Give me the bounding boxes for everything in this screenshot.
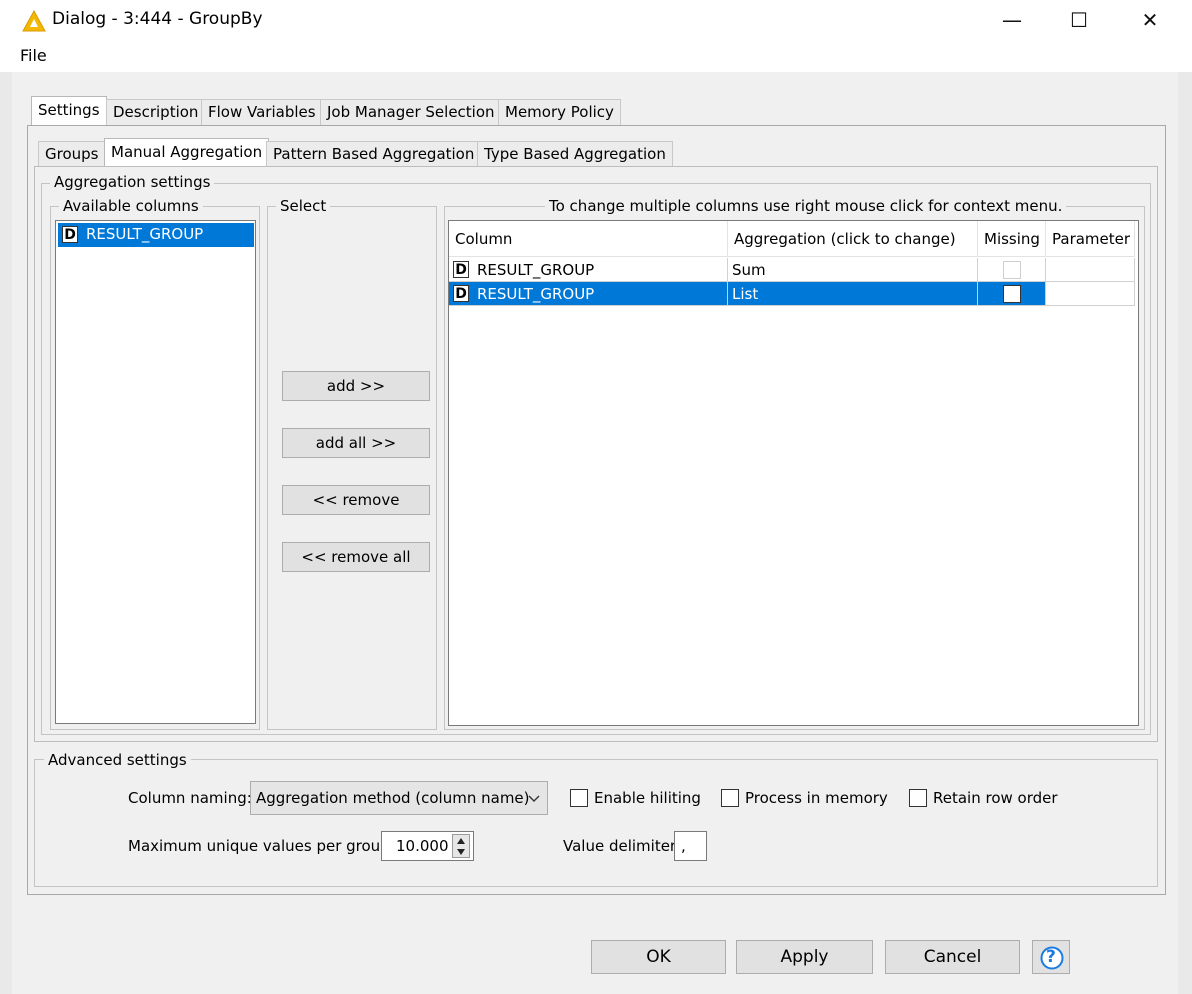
- select-title: Select: [276, 197, 331, 215]
- menu-file[interactable]: File: [20, 46, 47, 65]
- cell-aggregation[interactable]: List: [728, 282, 978, 306]
- spinner-up-icon[interactable]: [456, 837, 466, 845]
- available-columns-title: Available columns: [59, 197, 203, 215]
- spinner-down-icon[interactable]: [456, 848, 466, 856]
- cell-parameter[interactable]: [1046, 282, 1135, 306]
- list-item[interactable]: D RESULT_GROUP: [58, 223, 254, 247]
- tab-groups[interactable]: Groups: [38, 141, 106, 167]
- help-button[interactable]: ?: [1032, 940, 1070, 974]
- table-row[interactable]: D RESULT_GROUP List: [449, 282, 1135, 306]
- title-bar: Dialog - 3:444 - GroupBy — ☐ ✕: [0, 0, 1192, 42]
- double-type-icon: D: [62, 226, 78, 243]
- close-button[interactable]: ✕: [1128, 6, 1172, 34]
- tab-pattern-based-aggregation[interactable]: Pattern Based Aggregation: [266, 141, 482, 167]
- menu-bar: File: [0, 42, 1192, 72]
- column-name: RESULT_GROUP: [86, 225, 204, 243]
- ok-button[interactable]: OK: [591, 940, 726, 974]
- column-naming-label: Column naming:: [128, 789, 252, 807]
- help-glyph: ?: [1046, 947, 1056, 967]
- minimize-button[interactable]: —: [990, 6, 1034, 34]
- enable-hiliting-checkbox[interactable]: [570, 789, 588, 807]
- remove-all-button[interactable]: << remove all: [282, 542, 430, 572]
- cell-parameter[interactable]: [1046, 258, 1135, 282]
- double-type-icon: D: [453, 285, 469, 302]
- tab-flow-variables[interactable]: Flow Variables: [201, 99, 323, 125]
- column-naming-select[interactable]: Aggregation method (column name): [250, 781, 548, 815]
- max-unique-values-value: 10.000: [396, 837, 449, 855]
- value-delimiter-label: Value delimiter: [563, 837, 677, 855]
- process-in-memory-checkbox[interactable]: [721, 789, 739, 807]
- value-delimiter-input[interactable]: ,: [674, 831, 707, 861]
- max-unique-values-label: Maximum unique values per group: [128, 837, 390, 855]
- retain-row-order-checkbox[interactable]: [909, 789, 927, 807]
- tab-description[interactable]: Description: [106, 99, 206, 125]
- chevron-down-icon: [528, 795, 540, 802]
- column-name: RESULT_GROUP: [477, 261, 595, 279]
- select-group: [267, 206, 437, 730]
- max-unique-values-spinner[interactable]: 10.000: [381, 831, 474, 861]
- aggregation-settings-title: Aggregation settings: [50, 173, 215, 191]
- tab-settings[interactable]: Settings: [31, 96, 107, 125]
- maximize-button[interactable]: ☐: [1057, 6, 1101, 34]
- cell-column[interactable]: D RESULT_GROUP: [449, 258, 728, 282]
- missing-checkbox[interactable]: [1003, 261, 1021, 279]
- advanced-settings-group: [34, 759, 1158, 887]
- cell-aggregation[interactable]: Sum: [728, 258, 978, 282]
- available-columns-list[interactable]: D RESULT_GROUP: [55, 220, 256, 724]
- retain-row-order-label[interactable]: Retain row order: [933, 789, 1058, 807]
- value-delimiter-value: ,: [681, 837, 686, 855]
- cell-column[interactable]: D RESULT_GROUP: [449, 282, 728, 306]
- knime-triangle-icon: [22, 10, 46, 32]
- remove-button[interactable]: << remove: [282, 485, 430, 515]
- cell-missing[interactable]: [978, 258, 1046, 282]
- column-name: RESULT_GROUP: [477, 285, 595, 303]
- cancel-button[interactable]: Cancel: [885, 940, 1020, 974]
- add-all-button[interactable]: add all >>: [282, 428, 430, 458]
- column-naming-value: Aggregation method (column name): [256, 789, 530, 807]
- tab-memory-policy[interactable]: Memory Policy: [498, 99, 621, 125]
- column-header-aggregation[interactable]: Aggregation (click to change): [728, 221, 978, 257]
- table-hint: To change multiple columns use right mou…: [545, 197, 1067, 215]
- tab-job-manager-selection[interactable]: Job Manager Selection: [320, 99, 502, 125]
- column-header-column[interactable]: Column: [449, 221, 728, 257]
- tab-manual-aggregation[interactable]: Manual Aggregation: [104, 138, 270, 167]
- advanced-settings-title: Advanced settings: [44, 751, 191, 769]
- column-header-parameter[interactable]: Parameter: [1046, 221, 1135, 257]
- window-title: Dialog - 3:444 - GroupBy: [52, 9, 263, 29]
- aggregation-table[interactable]: Column Aggregation (click to change) Mis…: [448, 220, 1139, 726]
- background-strip-right: [1178, 72, 1192, 994]
- double-type-icon: D: [453, 261, 469, 278]
- process-in-memory-label[interactable]: Process in memory: [745, 789, 888, 807]
- table-row[interactable]: D RESULT_GROUP Sum: [449, 258, 1135, 282]
- missing-checkbox[interactable]: [1003, 285, 1021, 303]
- spinner-buttons[interactable]: [452, 834, 470, 858]
- background-strip-left: [0, 72, 12, 994]
- add-button[interactable]: add >>: [282, 371, 430, 401]
- tab-type-based-aggregation[interactable]: Type Based Aggregation: [477, 141, 673, 167]
- apply-button[interactable]: Apply: [736, 940, 873, 974]
- column-header-missing[interactable]: Missing: [978, 221, 1046, 257]
- cell-missing[interactable]: [978, 282, 1046, 306]
- enable-hiliting-label[interactable]: Enable hiliting: [594, 789, 701, 807]
